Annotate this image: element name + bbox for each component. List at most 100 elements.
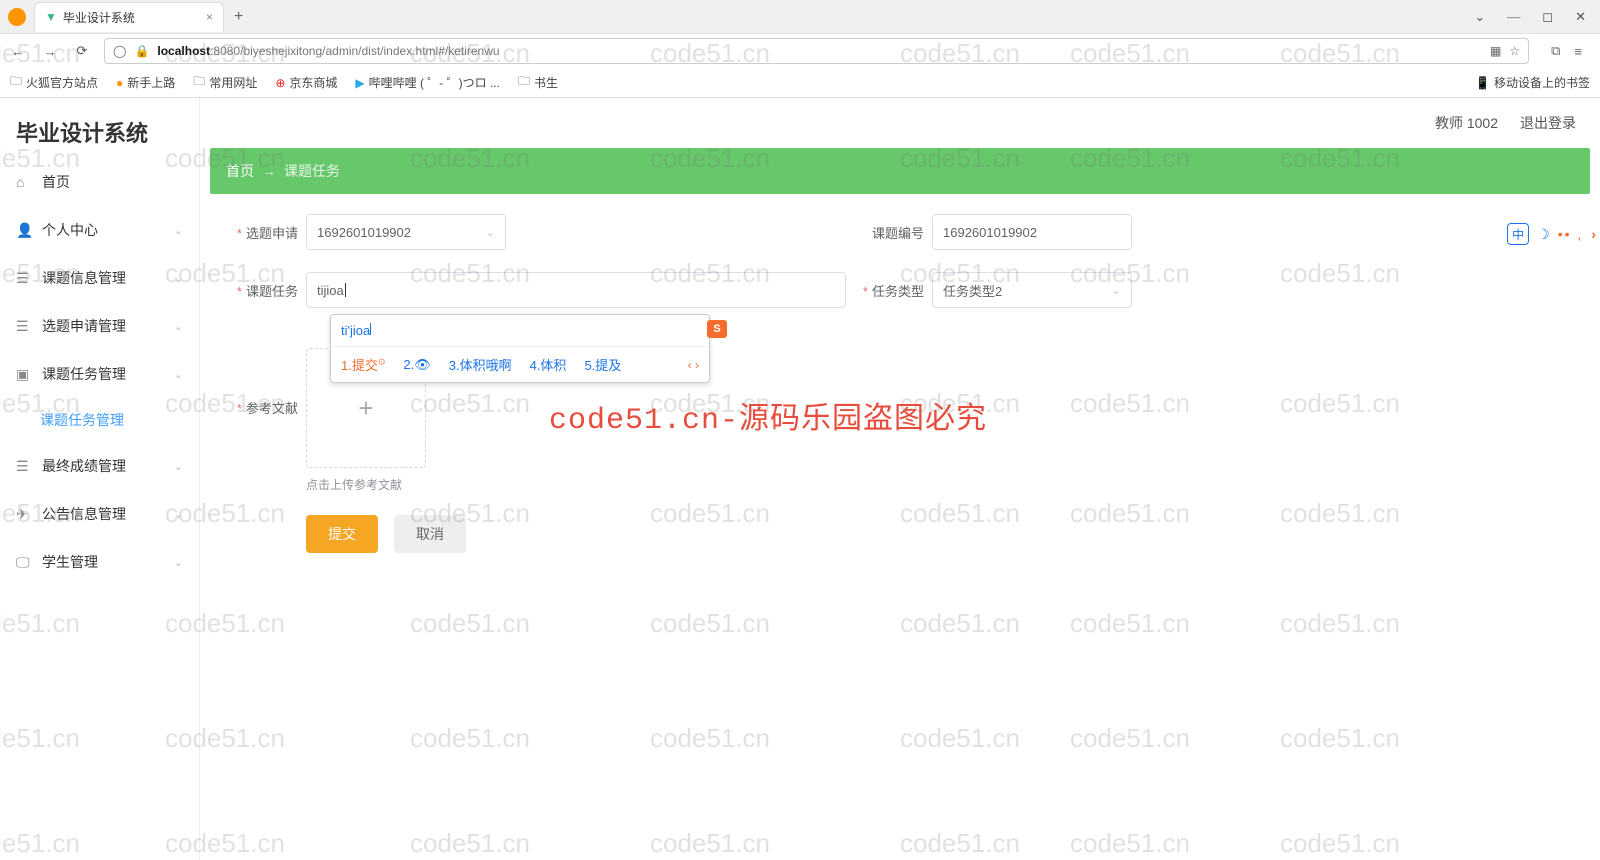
tab-title: 毕业设计系统 <box>63 9 135 26</box>
cancel-button[interactable]: 取消 <box>394 515 466 553</box>
menu-icon[interactable]: ≡ <box>1574 44 1582 59</box>
sidebar-item-home[interactable]: ⌂ 首页 <box>0 158 199 206</box>
bookmark-item[interactable]: 🗀火狐官方站点 <box>10 72 98 93</box>
bookmark-item[interactable]: ⊕京东商城 <box>275 74 337 91</box>
lock-icon: 🔒 <box>134 44 149 58</box>
ime-candidates: 1.提交⊙ 2.👁 3.体积哦啊 4.体积 5.提及 ‹ › <box>331 347 709 382</box>
bookmark-item[interactable]: 🗀常用网址 <box>193 72 257 93</box>
ime-candidate[interactable]: 4.体积 <box>530 355 567 374</box>
nav-back-button[interactable]: ← <box>8 44 28 59</box>
input-task[interactable]: tijioa <box>306 272 846 308</box>
sidebar-item-announce[interactable]: ✈ 公告信息管理 ⌄ <box>0 490 199 538</box>
current-user[interactable]: 教师 1002 <box>1435 113 1498 133</box>
breadcrumb-current: 课题任务 <box>284 161 340 181</box>
window-close-icon[interactable]: ✕ <box>1575 9 1586 25</box>
chevron-down-icon: ⌄ <box>174 508 183 521</box>
label-topic-no: 课题编号 <box>846 223 924 242</box>
user-icon: 👤 <box>16 222 34 239</box>
list-icon: ▣ <box>16 366 34 383</box>
list-icon: ☰ <box>16 458 34 475</box>
upload-tip: 点击上传参考文献 <box>306 476 426 493</box>
select-value: 1692601019902 <box>317 225 411 240</box>
bookmark-item[interactable]: ▶哔哩哔哩 ( ゜- ゜)つロ ... <box>355 74 500 91</box>
browser-tab[interactable]: ▼ 毕业设计系统 × <box>34 2 224 32</box>
window-maximize-icon[interactable]: ◻ <box>1542 9 1553 25</box>
sogou-icon: S <box>707 320 727 338</box>
sidebar-item-label: 个人中心 <box>42 220 98 240</box>
chevron-down-icon: ⌄ <box>174 460 183 473</box>
sidebar-subitem-topic-task-manage[interactable]: 课题任务管理 <box>0 398 199 442</box>
window-dropdown-icon[interactable]: ⌄ <box>1474 9 1485 25</box>
ime-popup[interactable]: ti'jioa S 1.提交⊙ 2.👁 3.体积哦啊 4.体积 5.提及 ‹ › <box>330 314 710 383</box>
chevron-down-icon: ⌄ <box>1112 284 1121 297</box>
close-icon[interactable]: × <box>206 10 213 24</box>
browser-titlebar: ▼ 毕业设计系统 × + ⌄ — ◻ ✕ <box>0 0 1600 34</box>
chevron-down-icon: ⌄ <box>486 226 495 239</box>
input-value: tijioa <box>317 283 344 298</box>
label-task: 课题任务 <box>220 281 298 300</box>
select-task-type[interactable]: 任务类型2 ⌄ <box>932 272 1132 308</box>
app-title: 毕业设计系统 <box>0 98 199 158</box>
sidebar-item-student[interactable]: 🖵 学生管理 ⌄ <box>0 538 199 586</box>
window-minimize-icon[interactable]: — <box>1507 9 1520 25</box>
home-icon: ⌂ <box>16 174 34 190</box>
sidebar: 毕业设计系统 ⌂ 首页 👤 个人中心 ⌄ ☰ 课题信息管理 ⌄ ☰ 选题申请管理… <box>0 98 200 860</box>
vue-icon: ▼ <box>45 10 57 24</box>
topbar: 教师 1002 退出登录 <box>210 98 1590 148</box>
url-text: localhost:8080/biyeshejixitong/admin/dis… <box>157 44 1482 58</box>
sidebar-item-label: 课题信息管理 <box>42 268 126 288</box>
ime-more-icon: › <box>1591 226 1596 242</box>
send-icon: ✈ <box>16 506 34 523</box>
chevron-down-icon: ⌄ <box>174 320 183 333</box>
address-bar[interactable]: ◯ 🔒 localhost:8080/biyeshejixitong/admin… <box>104 38 1529 64</box>
form: 选题申请 1692601019902 ⌄ 课题编号 1692601019902 <box>210 194 1590 595</box>
arrow-icon: → <box>262 163 276 179</box>
sidebar-item-topic-task[interactable]: ▣ 课题任务管理 ⌄ <box>0 350 199 398</box>
monitor-icon: 🖵 <box>16 554 34 571</box>
sidebar-item-topic-info[interactable]: ☰ 课题信息管理 ⌄ <box>0 254 199 302</box>
label-reference: 参考文献 <box>220 398 298 417</box>
nav-reload-button[interactable]: ⟳ <box>72 43 92 59</box>
submit-button[interactable]: 提交 <box>306 515 378 553</box>
label-task-type: 任务类型 <box>846 281 924 300</box>
sidebar-item-label: 首页 <box>42 172 70 192</box>
ime-candidate[interactable]: 5.提及 <box>584 355 621 374</box>
sidebar-item-label: 学生管理 <box>42 552 98 572</box>
sidebar-item-personal[interactable]: 👤 个人中心 ⌄ <box>0 206 199 254</box>
label-topic-apply: 选题申请 <box>220 223 298 242</box>
reader-icon[interactable]: ▦ <box>1490 44 1501 58</box>
ime-candidate[interactable]: 1.提交⊙ <box>341 355 385 374</box>
firefox-icon <box>8 8 26 26</box>
plus-icon: + <box>358 393 373 424</box>
input-topic-no[interactable]: 1692601019902 <box>932 214 1132 250</box>
ime-candidate[interactable]: 3.体积哦啊 <box>449 355 512 374</box>
ime-candidate[interactable]: 2.👁 <box>403 357 430 373</box>
mobile-bookmarks[interactable]: 📱移动设备上的书签 <box>1475 74 1590 91</box>
chevron-down-icon: ⌄ <box>174 272 183 285</box>
ime-composition: ti'jioa S <box>331 315 709 347</box>
ime-punct-icon: •• , <box>1558 226 1584 242</box>
nav-forward-button[interactable]: → <box>40 44 60 59</box>
ime-indicator[interactable]: 中 ☽ •• , › <box>1507 223 1596 245</box>
sidebar-item-label: 课题任务管理 <box>42 364 126 384</box>
chevron-down-icon: ⌄ <box>174 224 183 237</box>
shield-icon: ◯ <box>113 44 126 58</box>
new-tab-button[interactable]: + <box>234 8 243 26</box>
logout-link[interactable]: 退出登录 <box>1520 113 1576 133</box>
bookmarks-bar: 🗀火狐官方站点 ●新手上路 🗀常用网址 ⊕京东商城 ▶哔哩哔哩 ( ゜- ゜)つ… <box>0 68 1600 98</box>
star-icon[interactable]: ☆ <box>1509 44 1520 58</box>
sidebar-item-final-grade[interactable]: ☰ 最终成绩管理 ⌄ <box>0 442 199 490</box>
list-icon: ☰ <box>16 270 34 287</box>
select-value: 任务类型2 <box>943 281 1002 300</box>
sidebar-item-label: 公告信息管理 <box>42 504 126 524</box>
bookmark-item[interactable]: ●新手上路 <box>116 74 175 91</box>
extensions-icon[interactable]: ⧉ <box>1551 43 1560 59</box>
main-content: 教师 1002 退出登录 首页 → 课题任务 选题申请 169260101990… <box>200 98 1600 860</box>
select-topic-apply[interactable]: 1692601019902 ⌄ <box>306 214 506 250</box>
sidebar-item-topic-apply[interactable]: ☰ 选题申请管理 ⌄ <box>0 302 199 350</box>
chevron-down-icon: ⌄ <box>174 556 183 569</box>
sidebar-item-label: 选题申请管理 <box>42 316 126 336</box>
bookmark-item[interactable]: 🗀书生 <box>518 72 558 93</box>
ime-page-arrows[interactable]: ‹ › <box>688 358 699 372</box>
breadcrumb-home[interactable]: 首页 <box>226 161 254 181</box>
